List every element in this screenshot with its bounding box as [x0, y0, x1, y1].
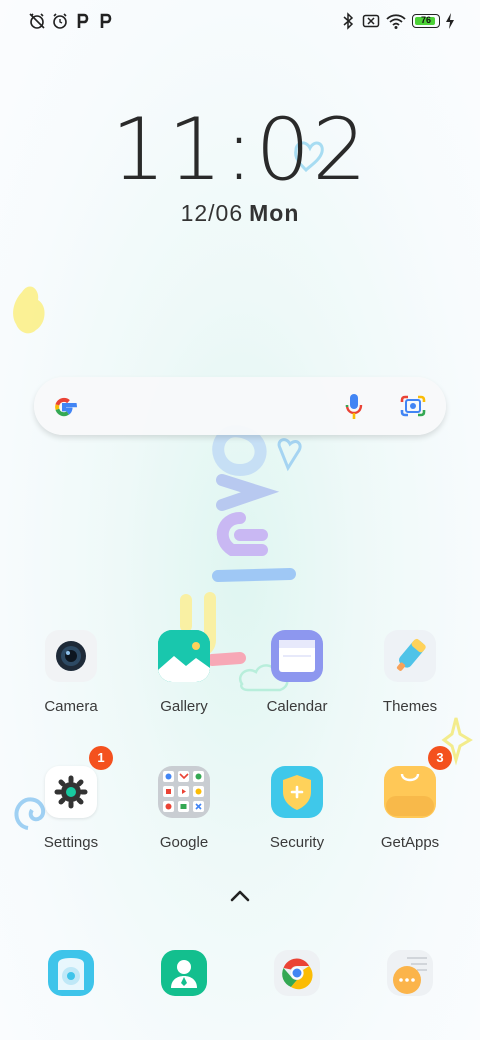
google-logo-icon	[55, 397, 77, 417]
gallery-icon	[158, 630, 210, 682]
app-label: GetApps	[380, 834, 440, 851]
app-label: Google	[159, 834, 209, 851]
no-sim-icon	[362, 14, 380, 28]
p-app-icon	[100, 13, 112, 28]
app-google-folder[interactable]: Google	[129, 766, 239, 851]
wifi-icon	[386, 14, 406, 29]
battery-percent: 76	[420, 15, 431, 25]
chrome-icon	[274, 950, 320, 996]
camera-icon	[45, 630, 97, 682]
clock-time[interactable]: 11:02	[0, 104, 480, 196]
app-label: Calendar	[266, 698, 328, 715]
notification-badge: 1	[89, 746, 113, 770]
charging-icon	[446, 13, 454, 29]
app-gallery[interactable]: Gallery	[129, 630, 239, 715]
mic-icon[interactable]	[344, 392, 364, 422]
alarm-clock-icon	[53, 13, 67, 29]
dock-chrome[interactable]	[242, 950, 352, 996]
clock-weekday: Mon	[249, 200, 300, 226]
themes-icon	[384, 630, 436, 682]
app-label: Themes	[382, 698, 438, 715]
calendar-icon	[271, 630, 323, 682]
app-label: Security	[269, 834, 325, 851]
app-label: Settings	[43, 834, 99, 851]
chevron-up-icon[interactable]	[228, 886, 252, 906]
app-camera[interactable]: Camera	[16, 630, 126, 715]
google-search-bar[interactable]	[34, 377, 446, 435]
app-label: Camera	[44, 698, 98, 715]
app-themes[interactable]: Themes	[355, 630, 465, 715]
alarm-off-icon	[29, 13, 45, 29]
settings-gear-icon	[45, 766, 97, 818]
battery-icon: 76	[412, 14, 440, 28]
dock-messages[interactable]	[355, 950, 465, 996]
dock-phone[interactable]	[16, 950, 126, 996]
app-calendar[interactable]: Calendar	[242, 630, 352, 715]
google-lens-icon[interactable]	[400, 394, 426, 418]
contacts-icon	[161, 950, 207, 996]
notification-badge: 3	[428, 746, 452, 770]
app-settings[interactable]: Settings 1	[16, 746, 126, 851]
google-folder-icon	[158, 766, 210, 818]
clock-date-row[interactable]: 12/06 Mon	[0, 200, 480, 227]
clock-date: 12/06	[180, 200, 244, 226]
phone-dialer-icon	[48, 950, 94, 996]
messages-icon	[387, 950, 433, 996]
app-label: Gallery	[160, 698, 208, 715]
bluetooth-icon	[343, 12, 354, 30]
status-bar: 76	[0, 0, 480, 44]
app-security[interactable]: Security	[242, 766, 352, 851]
dock-contacts[interactable]	[129, 950, 239, 996]
p-app-icon	[77, 13, 89, 28]
app-getapps[interactable]: GetApps 3	[355, 746, 465, 851]
getapps-bag-icon	[384, 766, 436, 818]
security-shield-icon	[271, 766, 323, 818]
